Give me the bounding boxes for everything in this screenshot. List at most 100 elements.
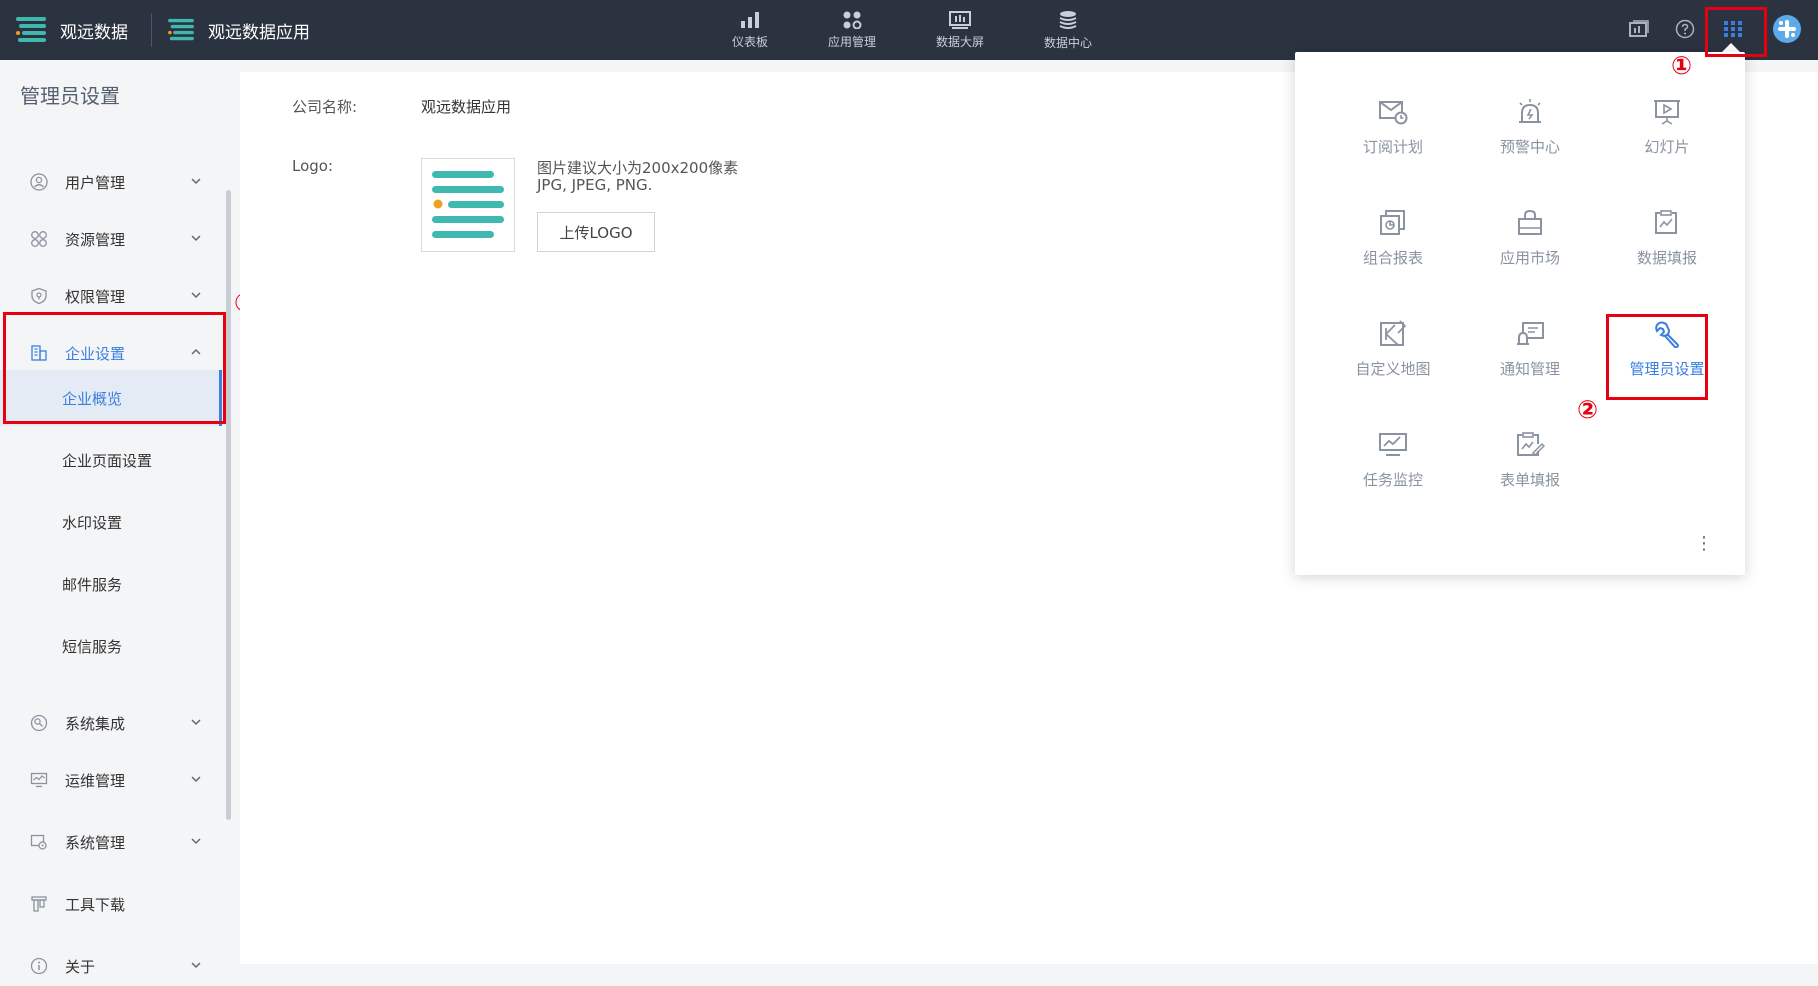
notification-icon <box>1517 322 1544 345</box>
app-label: 组合报表 <box>1362 249 1423 267</box>
app-combined-report[interactable]: 组合报表 <box>1328 203 1458 293</box>
app-data-fill[interactable]: 数据填报 <box>1602 203 1732 293</box>
app-grid-icon <box>843 11 862 29</box>
bar-chart-icon <box>741 11 759 28</box>
user-avatar[interactable] <box>1772 14 1802 44</box>
app-label: 数据填报 <box>1636 249 1697 267</box>
app-label: 预警中心 <box>1499 138 1560 156</box>
chevron-down-icon <box>191 776 201 783</box>
sidebar-sub-label: 企业页面设置 <box>62 451 153 470</box>
app-subscription-plan[interactable]: 订阅计划 <box>1328 92 1458 182</box>
highlight-box-2 <box>1606 314 1708 400</box>
alarm-icon <box>1519 99 1541 123</box>
sidebar-item-label: 用户管理 <box>65 173 126 192</box>
logo-hint-size: 图片建议大小为200x200像素 <box>537 159 739 177</box>
help-button[interactable] <box>1670 14 1700 44</box>
sidebar-sub-watermark-settings[interactable]: 水印设置 <box>0 494 222 550</box>
slideshow-icon <box>1654 100 1680 125</box>
logo-hint-format: JPG, JPEG, PNG. <box>537 176 653 194</box>
brand-primary[interactable]: 观远数据 <box>16 0 128 60</box>
topnav-big-screen[interactable]: 数据大屏 <box>920 0 1000 60</box>
app-custom-map[interactable]: 自定义地图 <box>1328 314 1458 404</box>
topnav-big-screen-label: 数据大屏 <box>935 34 984 49</box>
company-logo-icon <box>432 171 504 238</box>
app-market[interactable]: 应用市场 <box>1465 203 1595 293</box>
sidebar-item-system-integration[interactable]: 系统集成 <box>0 703 222 743</box>
company-name-value: 观远数据应用 <box>421 98 512 116</box>
screen-button[interactable] <box>1624 14 1654 44</box>
form-fill-icon <box>1517 432 1545 457</box>
sidebar-item-tool-download[interactable]: 工具下载 <box>0 884 222 924</box>
brand-logo-small-icon <box>168 18 194 41</box>
app-label: 通知管理 <box>1499 360 1560 378</box>
sidebar-item-user-management[interactable]: 用户管理 <box>0 162 222 202</box>
company-name-label: 公司名称: <box>292 98 358 116</box>
brand-primary-label: 观远数据 <box>60 22 128 43</box>
sidebar-item-about[interactable]: 关于 <box>0 946 222 986</box>
custom-map-icon <box>1380 320 1407 346</box>
brand-divider <box>151 13 152 47</box>
sidebar-sub-enterprise-page-settings[interactable]: 企业页面设置 <box>0 432 222 488</box>
logo-preview <box>421 158 515 252</box>
monitor-icon <box>30 772 48 788</box>
user-icon <box>30 173 48 191</box>
data-fill-icon <box>1655 210 1677 234</box>
app-form-fill[interactable]: 表单填报 <box>1465 425 1595 515</box>
brand-logo-icon <box>16 17 46 42</box>
sidebar-item-label: 资源管理 <box>65 230 126 249</box>
sidebar-item-label: 运维管理 <box>65 771 126 790</box>
app-alert-center[interactable]: 预警中心 <box>1465 92 1595 182</box>
tool-icon <box>31 896 47 912</box>
sidebar-item-label: 工具下载 <box>65 895 126 914</box>
sidebar-title: 管理员设置 <box>20 84 120 108</box>
sidebar-sub-label: 水印设置 <box>62 513 123 532</box>
sidebar-sub-mail-service[interactable]: 邮件服务 <box>0 556 222 612</box>
topnav-dashboard[interactable]: 仪表板 <box>710 0 790 60</box>
app-label: 表单填报 <box>1499 471 1560 489</box>
highlight-box-3 <box>3 312 226 424</box>
info-icon <box>30 957 48 975</box>
task-monitor-icon <box>1379 433 1407 456</box>
app-label: 自定义地图 <box>1355 360 1431 378</box>
integration-icon <box>30 714 48 732</box>
app-label: 任务监控 <box>1362 471 1423 489</box>
sidebar: 管理员设置 用户管理 资源管理 权限管理 企业设置 企业概览 企业页面设置 水印… <box>0 60 236 976</box>
chevron-down-icon <box>191 292 201 299</box>
app-slideshow[interactable]: 幻灯片 <box>1602 92 1732 182</box>
chevron-down-icon <box>191 962 201 969</box>
sidebar-sub-sms-service[interactable]: 短信服务 <box>0 618 222 674</box>
sidebar-item-label: 系统集成 <box>65 714 126 733</box>
database-icon <box>1059 10 1077 29</box>
more-options-button[interactable]: ⋮ <box>1695 535 1713 553</box>
app-task-monitor[interactable]: 任务监控 <box>1328 425 1458 515</box>
chevron-down-icon <box>191 719 201 726</box>
highlight-box-1 <box>1705 7 1767 57</box>
avatar-icon <box>1773 15 1801 43</box>
logo-label: Logo: <box>292 157 334 175</box>
sidebar-item-resource-management[interactable]: 资源管理 <box>0 219 222 259</box>
topnav-app-management[interactable]: 应用管理 <box>812 0 892 60</box>
big-screen-icon <box>949 10 971 29</box>
topnav-data-center[interactable]: 数据中心 <box>1028 0 1108 60</box>
upload-logo-button[interactable]: 上传LOGO <box>537 212 655 252</box>
sidebar-item-label: 权限管理 <box>65 287 126 306</box>
annotation-1: ① <box>1671 51 1693 80</box>
sidebar-item-system-management[interactable]: 系统管理 <box>0 822 222 862</box>
sidebar-sub-label: 邮件服务 <box>62 575 123 594</box>
chevron-down-icon <box>191 235 201 242</box>
brand-secondary[interactable]: 观远数据应用 <box>168 0 310 60</box>
sidebar-sub-label: 短信服务 <box>62 637 123 656</box>
resource-icon <box>31 231 47 247</box>
sidebar-item-ops-management[interactable]: 运维管理 <box>0 760 222 800</box>
help-icon <box>1675 19 1695 39</box>
sidebar-item-label: 关于 <box>65 957 96 976</box>
chevron-down-icon <box>191 838 201 845</box>
system-icon <box>30 834 47 850</box>
combined-report-icon <box>1380 210 1405 235</box>
app-notification-management[interactable]: 通知管理 <box>1465 314 1595 404</box>
app-label: 幻灯片 <box>1644 138 1690 156</box>
sidebar-item-permission-management[interactable]: 权限管理 <box>0 276 222 316</box>
subscription-icon <box>1379 101 1408 125</box>
sidebar-scrollbar[interactable] <box>226 190 231 820</box>
app-label: 应用市场 <box>1499 249 1560 267</box>
